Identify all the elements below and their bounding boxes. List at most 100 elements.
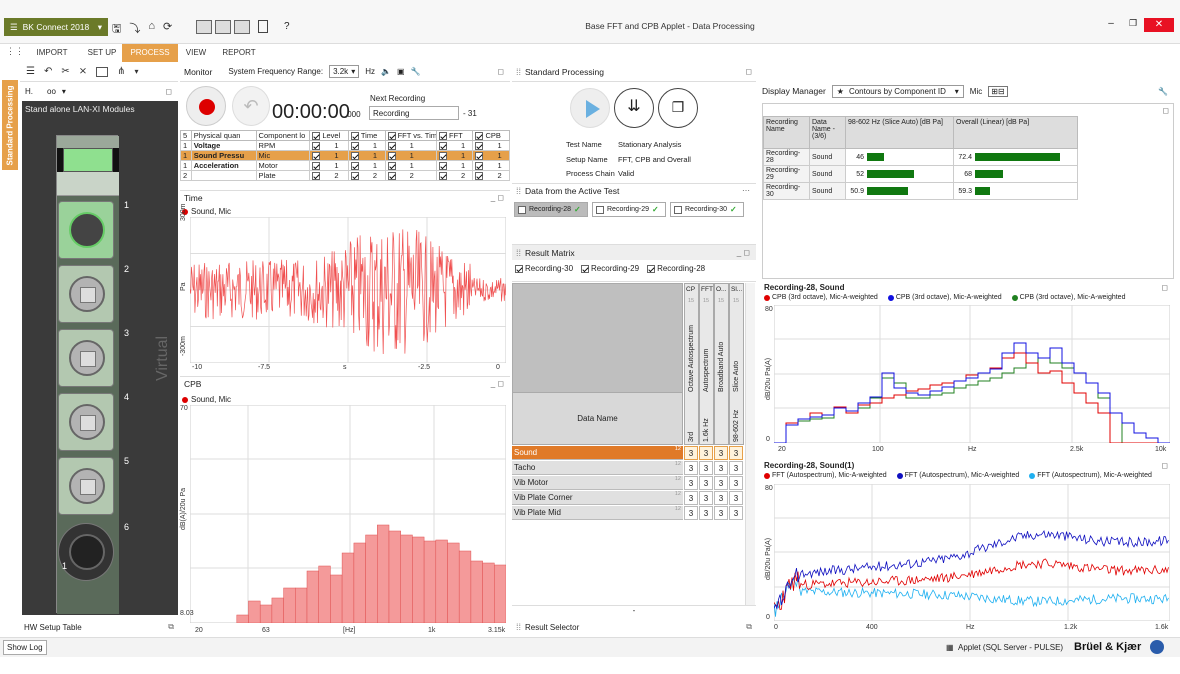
record-button[interactable] [186,86,226,126]
hw-tab-label[interactable]: H. [25,87,33,96]
dm-row[interactable]: Recording-28 Sound 46 72.4 [763,148,1078,166]
freq-range-select[interactable]: 3.2k ▾ [329,65,360,78]
dm-col-header[interactable]: Recording Name [763,116,810,149]
chevron-down-icon[interactable]: ▾ [62,87,66,96]
channel-cell[interactable]: 1 [384,160,438,172]
minimize-button[interactable]: – [1100,18,1122,32]
checkbox[interactable] [312,132,321,140]
minimize-panel-icon[interactable]: _ ◻ [737,248,750,257]
checkbox[interactable] [515,264,523,273]
channel-cell[interactable]: 1 [472,160,510,172]
checkbox[interactable] [475,132,484,140]
matrix-cell[interactable]: 3 [729,506,743,520]
checkbox[interactable] [350,132,359,140]
table-icon[interactable] [96,66,109,77]
result-selector-tab[interactable]: Result Selector [525,623,579,632]
pin-icon[interactable]: ◻ [1161,283,1168,292]
legend-item[interactable]: FFT (Autospectrum), Mic-A-weighted [1029,472,1152,479]
tab-import[interactable]: IMPORT [22,44,82,62]
channel-cell[interactable]: 1 [309,150,349,162]
channel-cell[interactable]: 2 [436,170,474,182]
grip-icon[interactable]: ⁞⁞ [516,67,521,77]
result-filter[interactable]: Recording-29 [581,264,639,273]
matrix-cell[interactable]: 3 [714,446,728,460]
checkbox[interactable] [475,142,484,151]
app-menu-button[interactable]: ☰ BK Connect 2018 ▾ [4,18,108,36]
matrix-column-header[interactable]: CP 15 Octave Autospectrum 3rd [684,283,699,445]
tag-icon[interactable]: ⌂ [148,20,155,39]
matrix-row-name[interactable]: Vib Plate Corner 12 [512,491,683,505]
grip-icon[interactable]: ⁞⁞ [516,248,521,258]
checkbox[interactable] [647,264,656,273]
pin-icon[interactable]: ◻ [1162,106,1169,115]
pin-icon[interactable]: ◻ [1161,461,1168,470]
time-plot[interactable] [190,217,506,363]
hw-channel-3[interactable]: 3 [58,328,129,387]
matrix-scroll-column[interactable] [745,283,755,605]
checkbox[interactable] [387,132,396,140]
channel-col-header[interactable]: FFT [436,129,474,142]
matrix-row[interactable]: Vib Plate Corner 12 3 3 3 3 [512,491,745,505]
matrix-cell[interactable]: 3 [729,476,743,490]
matrix-cell[interactable]: 3 [729,491,743,505]
matrix-cell[interactable]: 3 [729,446,743,460]
sync-icon[interactable]: ⟳ [163,20,172,39]
layout-split-icon[interactable] [215,20,231,34]
show-log-button[interactable]: Show Log [3,640,47,655]
layout-panel-icon[interactable] [234,20,250,34]
channel-cell[interactable]: 1 [347,150,386,162]
cpb-comparison-chart[interactable] [774,305,1170,443]
channel-col-header[interactable]: 5 [180,129,192,142]
pin-icon[interactable]: ◻ [745,67,752,76]
tab-process[interactable]: PROCESS [122,44,178,62]
tab-set-up[interactable]: SET UP [82,44,122,62]
legend-item[interactable]: CPB (3rd octave), Mic-A-weighted [764,294,878,301]
channel-cell[interactable]: 1 [436,160,474,172]
matrix-row[interactable]: Vib Plate Mid 12 3 3 3 3 [512,506,745,520]
channel-col-header[interactable]: Time [347,129,386,142]
hw-setup-table-tab[interactable]: HW Setup Table [24,623,82,632]
channel-cell[interactable]: 1 [347,140,386,152]
channel-col-header[interactable]: FFT vs. Time [384,129,438,142]
dm-col-header[interactable]: Overall (Linear) [dB Pa] [953,116,1078,149]
channel-cell[interactable]: 1 [309,140,349,152]
fft-comparison-chart[interactable] [774,484,1170,621]
hw-channel-5[interactable]: 5 [58,456,129,515]
hw-channel-2[interactable]: 2 [58,264,129,323]
copy-results-button[interactable]: ❐ [658,88,698,128]
grip-icon[interactable]: ⁞⁞ [516,622,521,632]
checkbox[interactable] [439,172,448,181]
standard-processing-vertical-tab[interactable]: Standard Processing [2,80,18,170]
legend-item[interactable]: CPB (3rd octave), Mic-A-weighted [887,294,1002,301]
matrix-cell[interactable]: 3 [699,446,713,460]
channel-cell[interactable]: 2 [384,170,438,182]
checkbox[interactable] [312,142,321,151]
checkbox[interactable] [312,172,321,181]
dm-col-header[interactable]: Data Name - (3/6) [809,116,846,149]
legend-item[interactable]: FFT (Autospectrum), Mic-A-weighted [764,472,887,479]
checkbox[interactable] [439,152,448,161]
remove-icon[interactable]: ⨯ [79,66,87,77]
maximize-button[interactable]: ❐ [1122,18,1144,32]
checkbox[interactable] [387,152,396,161]
channel-cell[interactable]: 1 [347,160,386,172]
help-button[interactable]: ? [284,21,290,32]
matrix-cell[interactable]: 3 [684,491,698,505]
matrix-cell[interactable]: 3 [684,506,698,520]
matrix-row-name[interactable]: Vib Plate Mid 12 [512,506,683,520]
menu-icon[interactable]: ☰ [26,66,35,77]
checkbox[interactable] [475,172,484,181]
checkbox[interactable] [596,205,604,214]
checkbox[interactable] [312,152,321,161]
matrix-column-header[interactable]: O... 15 Broadband Auto [714,283,729,445]
channel-row[interactable]: 1 Acceleration Motor 1 1 1 1 1 [180,160,510,172]
matrix-cell[interactable]: 3 [699,476,713,490]
minimize-panel-icon[interactable]: _ ◻ [491,379,504,388]
checkbox[interactable] [387,162,396,171]
channel-cell[interactable]: 1 [384,150,438,162]
tab-report[interactable]: REPORT [214,44,264,62]
channel-col-header[interactable]: Physical quan [190,129,257,142]
wrench-icon[interactable]: 🔧 [411,67,421,76]
checkbox[interactable] [312,162,321,171]
matrix-cell[interactable]: 3 [699,491,713,505]
